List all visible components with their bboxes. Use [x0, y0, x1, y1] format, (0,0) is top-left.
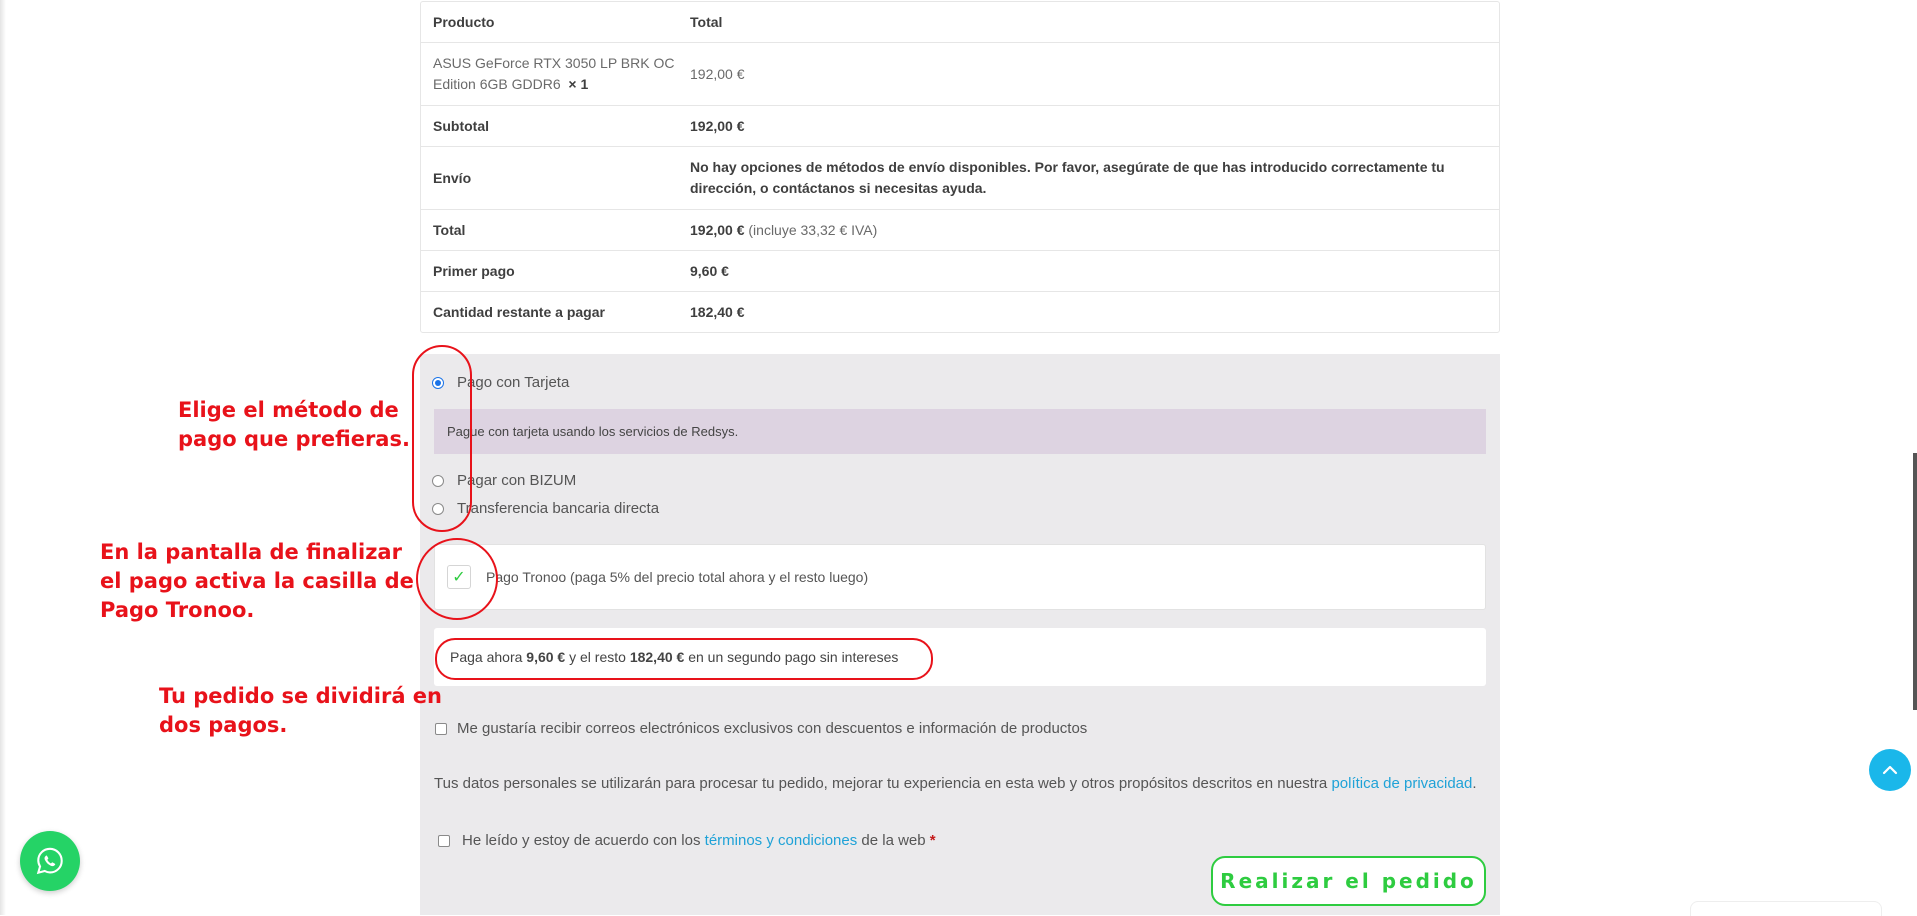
- remaining-value: 182,40 €: [690, 303, 745, 320]
- terms-checkbox[interactable]: [438, 834, 450, 847]
- table-row-shipping: Envío No hay opciones de métodos de enví…: [421, 147, 1499, 210]
- total-label: Total: [433, 221, 466, 238]
- page-left-shadow: [0, 0, 6, 915]
- transfer-label[interactable]: Transferencia bancaria directa: [457, 500, 659, 517]
- header-total: Total: [690, 13, 723, 30]
- annotation-ring-tronoo: [416, 538, 498, 620]
- corner-widget: [1690, 901, 1882, 916]
- table-row-first-payment: Primer pago 9,60 €: [421, 251, 1499, 292]
- annotation-split-order: Tu pedido se dividirá en dos pagos.: [159, 684, 442, 737]
- annotation-ring-split: [435, 638, 933, 680]
- card-description: Pague con tarjeta usando los servicios d…: [434, 409, 1486, 454]
- subtotal-value: 192,00 €: [690, 117, 745, 134]
- shipping-label: Envío: [433, 169, 472, 186]
- order-summary-table: Producto Total ASUS GeForce RTX 3050 LP …: [420, 1, 1500, 333]
- terms-option[interactable]: He leído y estoy de acuerdo con los térm…: [438, 832, 936, 849]
- privacy-policy-link[interactable]: política de privacidad: [1331, 775, 1472, 792]
- payment-panel: Pago con Tarjeta Pague con tarjeta usand…: [420, 354, 1500, 915]
- remaining-label: Cantidad restante a pagar: [433, 303, 605, 320]
- table-row-subtotal: Subtotal 192,00 €: [421, 106, 1499, 147]
- bizum-label[interactable]: Pagar con BIZUM: [457, 472, 576, 489]
- whatsapp-button[interactable]: [20, 831, 80, 891]
- header-product: Producto: [433, 13, 495, 30]
- required-marker: *: [929, 832, 936, 849]
- terms-text: He leído y estoy de acuerdo con los térm…: [462, 832, 936, 849]
- place-order-button[interactable]: Realizar el pedido: [1211, 856, 1486, 906]
- table-row-total: Total 192,00 € (incluye 33,32 € IVA): [421, 210, 1499, 251]
- total-value: 192,00 €: [690, 221, 745, 238]
- table-header-row: Producto Total: [421, 2, 1499, 43]
- table-row-item: ASUS GeForce RTX 3050 LP BRK OC Edition …: [421, 43, 1499, 106]
- item-price: 192,00 €: [690, 65, 745, 82]
- tronoo-option[interactable]: ✓ Pago Tronoo (paga 5% del precio total …: [434, 544, 1486, 610]
- table-row-remaining: Cantidad restante a pagar 182,40 €: [421, 292, 1499, 332]
- item-qty: × 1: [568, 76, 589, 92]
- terms-link[interactable]: términos y condiciones: [705, 832, 858, 849]
- scrollbar-thumb[interactable]: [1913, 453, 1917, 710]
- shipping-message: No hay opciones de métodos de envío disp…: [690, 159, 1445, 196]
- total-tax-note: (incluye 33,32 € IVA): [748, 221, 878, 238]
- chevron-up-icon: [1882, 765, 1898, 775]
- card-label[interactable]: Pago con Tarjeta: [457, 374, 569, 391]
- subtotal-label: Subtotal: [433, 117, 489, 134]
- item-name: ASUS GeForce RTX 3050 LP BRK OC Edition …: [433, 55, 675, 92]
- privacy-notice: Tus datos personales se utilizarán para …: [434, 775, 1477, 792]
- annotation-choose-method: Elige el método de pago que prefieras.: [178, 398, 410, 451]
- whatsapp-icon: [36, 847, 63, 875]
- tronoo-label[interactable]: Pago Tronoo (paga 5% del precio total ah…: [486, 569, 868, 585]
- newsletter-option[interactable]: Me gustaría recibir correos electrónicos…: [435, 720, 1087, 737]
- first-payment-label: Primer pago: [433, 262, 515, 279]
- scroll-to-top-button[interactable]: [1869, 749, 1911, 791]
- newsletter-label[interactable]: Me gustaría recibir correos electrónicos…: [457, 720, 1087, 737]
- annotation-ring-methods: [412, 345, 472, 532]
- annotation-activate-tronoo: En la pantalla de finalizar el pago acti…: [100, 540, 414, 622]
- first-payment-value: 9,60 €: [690, 262, 729, 279]
